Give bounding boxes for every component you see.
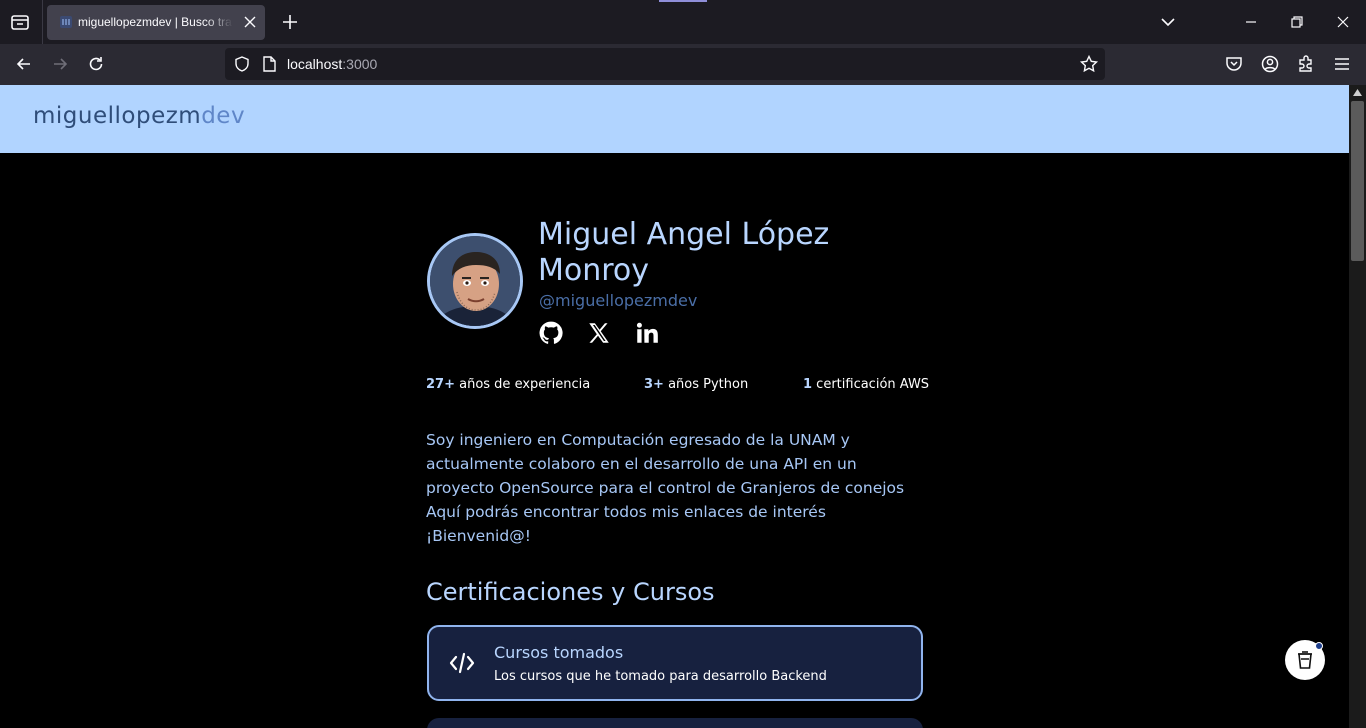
- url-bar[interactable]: localhost:3000: [225, 48, 1105, 80]
- bookmark-star-icon[interactable]: [1079, 54, 1099, 74]
- browser-nav-bar: localhost:3000: [0, 44, 1366, 85]
- tab-separator: [42, 0, 43, 44]
- logo-main: miguellopezm: [33, 103, 202, 129]
- site-logo[interactable]: miguellopezmdev: [33, 103, 245, 129]
- logo-accent: dev: [201, 103, 246, 129]
- site-favicon-icon: [60, 16, 72, 28]
- stat-aws: 1 certificación AWS: [803, 377, 929, 392]
- bio-text: Soy ingeniero en Computación egresado de…: [426, 428, 926, 548]
- browser-tab-bar: miguellopezmdev | Busco trabajo: [0, 0, 1366, 44]
- url-host: localhost: [287, 56, 343, 72]
- scroll-up-arrow-icon[interactable]: [1353, 89, 1362, 96]
- course-card[interactable]: Cursos tomados Los cursos que he tomado …: [427, 625, 923, 701]
- stat-experience: 27+ años de experiencia: [426, 377, 590, 392]
- scroll-thumb[interactable]: [1351, 101, 1364, 261]
- minimize-icon[interactable]: [1241, 12, 1261, 32]
- pocket-icon[interactable]: [1224, 54, 1244, 74]
- restore-icon[interactable]: [1287, 12, 1307, 32]
- linkedin-icon[interactable]: [634, 320, 660, 346]
- stat-value: 27+: [426, 377, 455, 392]
- account-icon[interactable]: [1260, 54, 1280, 74]
- profile-name: Miguel Angel López Monroy: [538, 217, 830, 288]
- reload-icon[interactable]: [86, 54, 106, 74]
- tab-title: miguellopezmdev | Busco trabajo: [78, 15, 233, 29]
- code-icon: [449, 652, 475, 674]
- bio-line: Aquí podrás encontrar todos mis enlaces …: [426, 503, 826, 521]
- list-all-tabs-icon[interactable]: [1158, 12, 1178, 32]
- card-title: Cursos tomados: [494, 643, 624, 662]
- notification-dot: [1315, 642, 1323, 650]
- url-text[interactable]: localhost:3000: [287, 56, 377, 72]
- section-title: Certificaciones y Cursos: [426, 578, 715, 606]
- stat-value: 3+: [644, 377, 664, 392]
- page-icon[interactable]: [261, 55, 277, 73]
- back-arrow-icon[interactable]: [14, 54, 34, 74]
- stat-label: años Python: [663, 377, 749, 392]
- bio-line: actualmente colaboro en el desarrollo de…: [426, 455, 857, 473]
- site-header: miguellopezmdev: [0, 85, 1349, 153]
- active-tab[interactable]: miguellopezmdev | Busco trabajo: [47, 5, 265, 40]
- bio-line: Soy ingeniero en Computación egresado de…: [426, 431, 850, 449]
- coffee-cup-icon: [1298, 651, 1312, 669]
- tab-list-icon[interactable]: [8, 10, 32, 34]
- github-icon[interactable]: [538, 320, 564, 346]
- close-tab-icon[interactable]: [243, 15, 257, 29]
- tab-indicator: [659, 0, 707, 2]
- x-twitter-icon[interactable]: [586, 320, 612, 346]
- avatar: [427, 233, 523, 329]
- bio-line: ¡Bienvenid@!: [426, 527, 531, 545]
- stat-value: 1: [803, 377, 813, 392]
- extensions-icon[interactable]: [1296, 54, 1316, 74]
- page-viewport: miguellopezmdev Miguel Angel López Monro…: [0, 85, 1349, 728]
- card-description: Los cursos que he tomado para desarrollo…: [494, 669, 827, 684]
- bio-line: proyecto OpenSource para el control de G…: [426, 479, 905, 497]
- new-tab-icon[interactable]: [280, 12, 300, 32]
- url-port: :3000: [342, 56, 378, 72]
- shield-icon[interactable]: [233, 55, 251, 73]
- avatar-illustration: [430, 236, 520, 326]
- stat-label: certificación AWS: [812, 377, 930, 392]
- page-scrollbar[interactable]: [1349, 85, 1366, 728]
- stat-label: años de experiencia: [454, 377, 591, 392]
- next-card[interactable]: [427, 718, 923, 728]
- menu-icon[interactable]: [1332, 54, 1352, 74]
- profile-handle: @miguellopezmdev: [539, 291, 698, 310]
- forward-arrow-icon[interactable]: [50, 54, 70, 74]
- close-window-icon[interactable]: [1333, 12, 1353, 32]
- stat-python: 3+ años Python: [644, 377, 748, 392]
